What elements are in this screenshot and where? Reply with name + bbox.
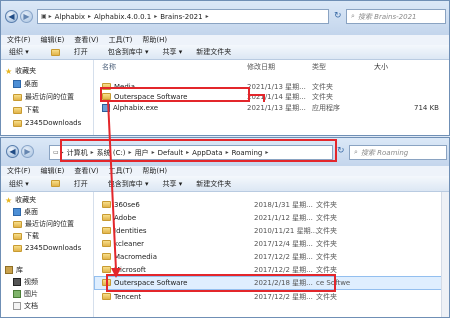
drag-arrow [107,99,121,278]
